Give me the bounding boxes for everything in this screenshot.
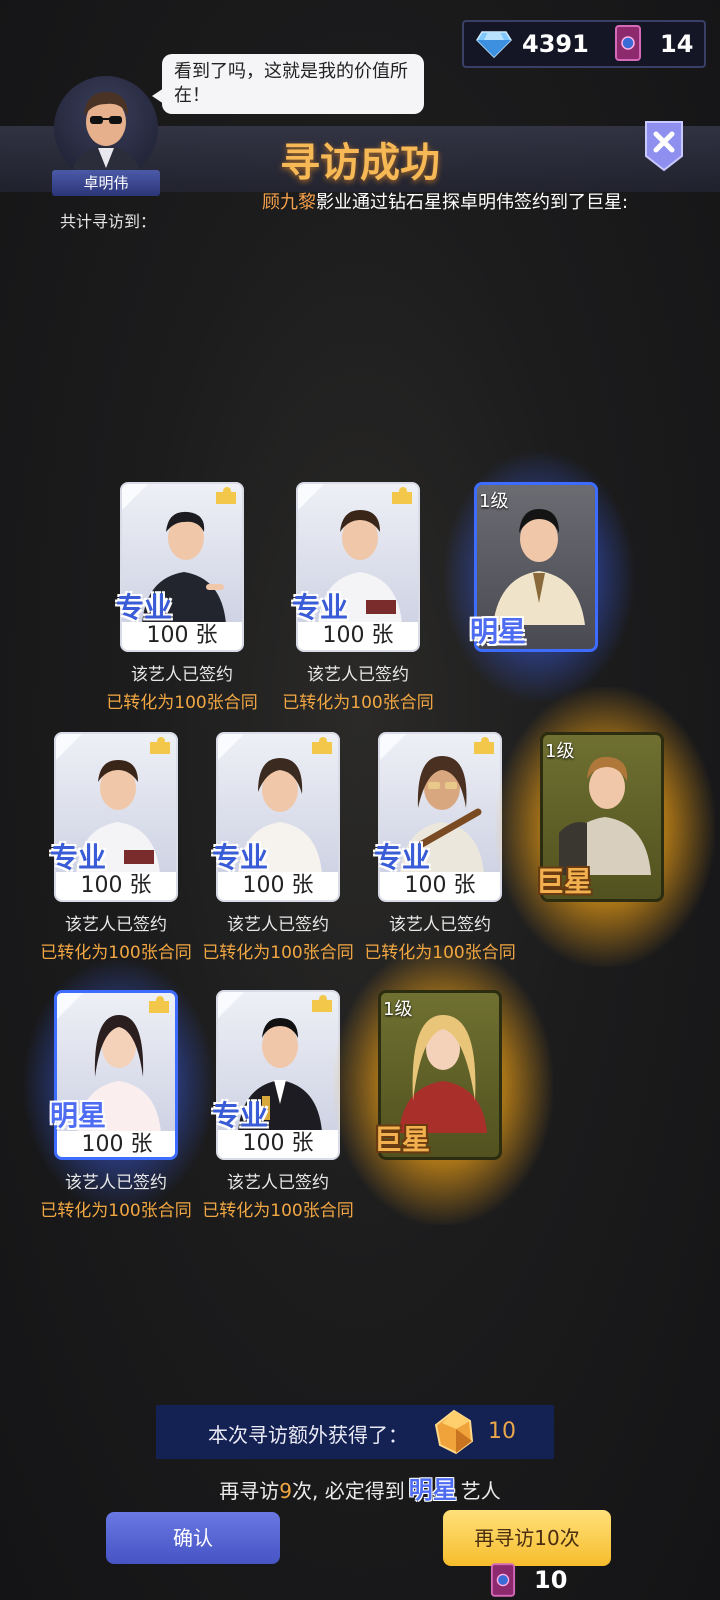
result-card[interactable]: 100 张 专业 该艺人已签约 已转化为100张合同 [282,482,446,732]
card-count: 100 张 [218,1130,338,1158]
converted-text: 已转化为100张合同 [40,1201,192,1221]
signed-text: 该艺人已签约 [307,665,409,685]
converted-text: 已转化为100张合同 [282,693,434,713]
level-tag: 1级 [383,999,413,1020]
rank-label: 明星 [50,1099,107,1132]
converted-text: 已转化为100张合同 [202,943,354,963]
amber-gem-icon [434,1409,474,1455]
rank-label: 明星 [470,615,527,648]
puzzle-piece-icon [392,487,412,504]
result-card[interactable]: 100 张 专业 该艺人已签约 已转化为100张合同 [106,482,270,732]
card-count: 100 张 [57,1131,175,1157]
broadcast-ticker: 顾九黎影业通过钻石星探卓明伟签约到了巨星: [262,188,662,212]
puzzle-piece-icon [216,487,236,504]
bonus-bar: 本次寻访额外获得了： 10 [156,1405,554,1459]
scout-avatar [54,76,158,180]
ticket-icon [490,1563,516,1597]
puzzle-piece-icon [312,737,332,754]
signed-text: 该艺人已签约 [227,915,329,935]
rank-label: 专业 [212,1099,269,1132]
rank-label: 巨星 [536,865,593,898]
card-frame: 100 张 [216,732,340,902]
pity-rank: 明星 [408,1475,457,1504]
ticket-count: 14 [660,30,694,58]
rank-label: 专业 [374,841,431,874]
card-count: 100 张 [122,622,242,650]
card-frame: 100 张 [54,732,178,902]
card-count: 100 张 [56,872,176,900]
total-scouted-label: 共计寻访到： [60,212,157,231]
scout-10-button[interactable]: 再寻访10次 [443,1510,611,1566]
diamond-count: 4391 [522,30,589,58]
pity-counter-text: 再寻访9次, 必定得到 明星 艺人 [219,1475,501,1504]
ticket-icon [615,25,641,61]
pity-count: 9 [279,1479,292,1503]
diamond-icon [476,31,512,58]
scout-name-tag: 卓明伟 [52,170,160,196]
ticker-text: 影业通过钻石星探卓明伟签约到了巨星: [316,192,629,212]
result-card[interactable]: 100 张 明星 该艺人已签约 已转化为100张合同 [24,960,214,1240]
signed-text: 该艺人已签约 [65,1173,167,1193]
result-card[interactable]: 100 张 专业 该艺人已签约 已转化为100张合同 [202,732,366,982]
result-card[interactable]: 100 张 专业 该艺人已签约 已转化为100张合同 [40,732,204,982]
result-card[interactable]: 1级 巨星 [333,945,553,1240]
card-frame: 100 张 [296,482,420,652]
signed-text: 该艺人已签约 [131,665,233,685]
level-tag: 1级 [545,741,575,762]
signed-text: 该艺人已签约 [65,915,167,935]
scout-cost: 10 [534,1566,568,1594]
converted-text: 已转化为100张合同 [202,1201,354,1221]
card-count: 100 张 [218,872,338,900]
converted-text: 已转化为100张合同 [106,693,258,713]
confirm-button[interactable]: 确认 [106,1512,280,1564]
close-button[interactable] [644,120,684,172]
rank-label: 专业 [50,841,107,874]
rank-label: 专业 [116,591,173,624]
rank-label: 专业 [292,591,349,624]
card-count: 100 张 [380,872,500,900]
puzzle-piece-icon [150,737,170,754]
bonus-value: 10 [488,1419,516,1444]
rank-label: 巨星 [374,1123,431,1156]
card-frame: 100 张 [120,482,244,652]
card-frame: 100 张 [378,732,502,902]
puzzle-piece-icon [474,737,494,754]
result-card[interactable]: 1级 巨星 [495,687,715,982]
puzzle-piece-icon [149,996,169,1013]
ticker-company: 顾九黎 [262,192,316,212]
bonus-label: 本次寻访额外获得了： [208,1423,408,1447]
card-frame: 100 张 [216,990,340,1160]
speech-bubble: 看到了吗，这就是我的价值所在！ [152,54,424,114]
card-frame: 100 张 [54,990,178,1160]
card-count: 100 张 [298,622,418,650]
level-tag: 1级 [479,491,509,512]
puzzle-piece-icon [312,995,332,1012]
rank-label: 专业 [212,841,269,874]
currency-bar: 4391 14 [462,20,706,68]
